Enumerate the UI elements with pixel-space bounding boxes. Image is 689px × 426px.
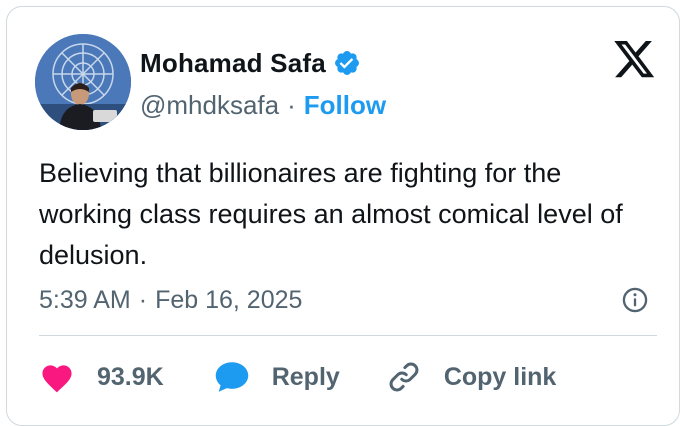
reply-bubble-icon	[214, 360, 250, 394]
heart-icon	[39, 361, 75, 393]
copy-link-button[interactable]: Copy link	[386, 359, 557, 395]
profile-avatar[interactable]	[35, 34, 131, 130]
info-icon[interactable]	[621, 286, 649, 314]
author-name[interactable]: Mohamad Safa	[140, 48, 326, 79]
tweet-timestamp[interactable]: 5:39 AM · Feb 16, 2025	[39, 283, 302, 317]
verified-badge-icon	[333, 49, 361, 77]
link-icon	[386, 359, 422, 395]
divider	[39, 335, 657, 336]
avatar-image	[35, 34, 131, 130]
like-button[interactable]: 93.9K	[39, 361, 164, 393]
handle-separator: ·	[287, 89, 296, 120]
tweet-card: Mohamad Safa @mhdksafa · Follow Believin…	[6, 6, 680, 426]
reply-label: Reply	[271, 362, 340, 391]
tweet-actions: 93.9K Reply Copy link	[39, 357, 556, 397]
tweet-text: Believing that billionaires are fighting…	[39, 158, 623, 270]
like-count: 93.9K	[97, 362, 164, 391]
timestamp-separator: ·	[138, 285, 148, 314]
copy-link-label: Copy link	[443, 362, 557, 391]
x-logo-icon[interactable]	[614, 41, 656, 79]
author-handle-row: @mhdksafa · Follow	[140, 87, 386, 123]
follow-button[interactable]: Follow	[304, 90, 386, 121]
tweet-date[interactable]: Feb 16, 2025	[155, 286, 302, 315]
tweet-time[interactable]: 5:39 AM	[39, 286, 131, 315]
reply-button[interactable]: Reply	[214, 360, 340, 394]
author-handle[interactable]: @mhdksafa	[140, 90, 279, 121]
author-name-row: Mohamad Safa	[140, 45, 361, 81]
